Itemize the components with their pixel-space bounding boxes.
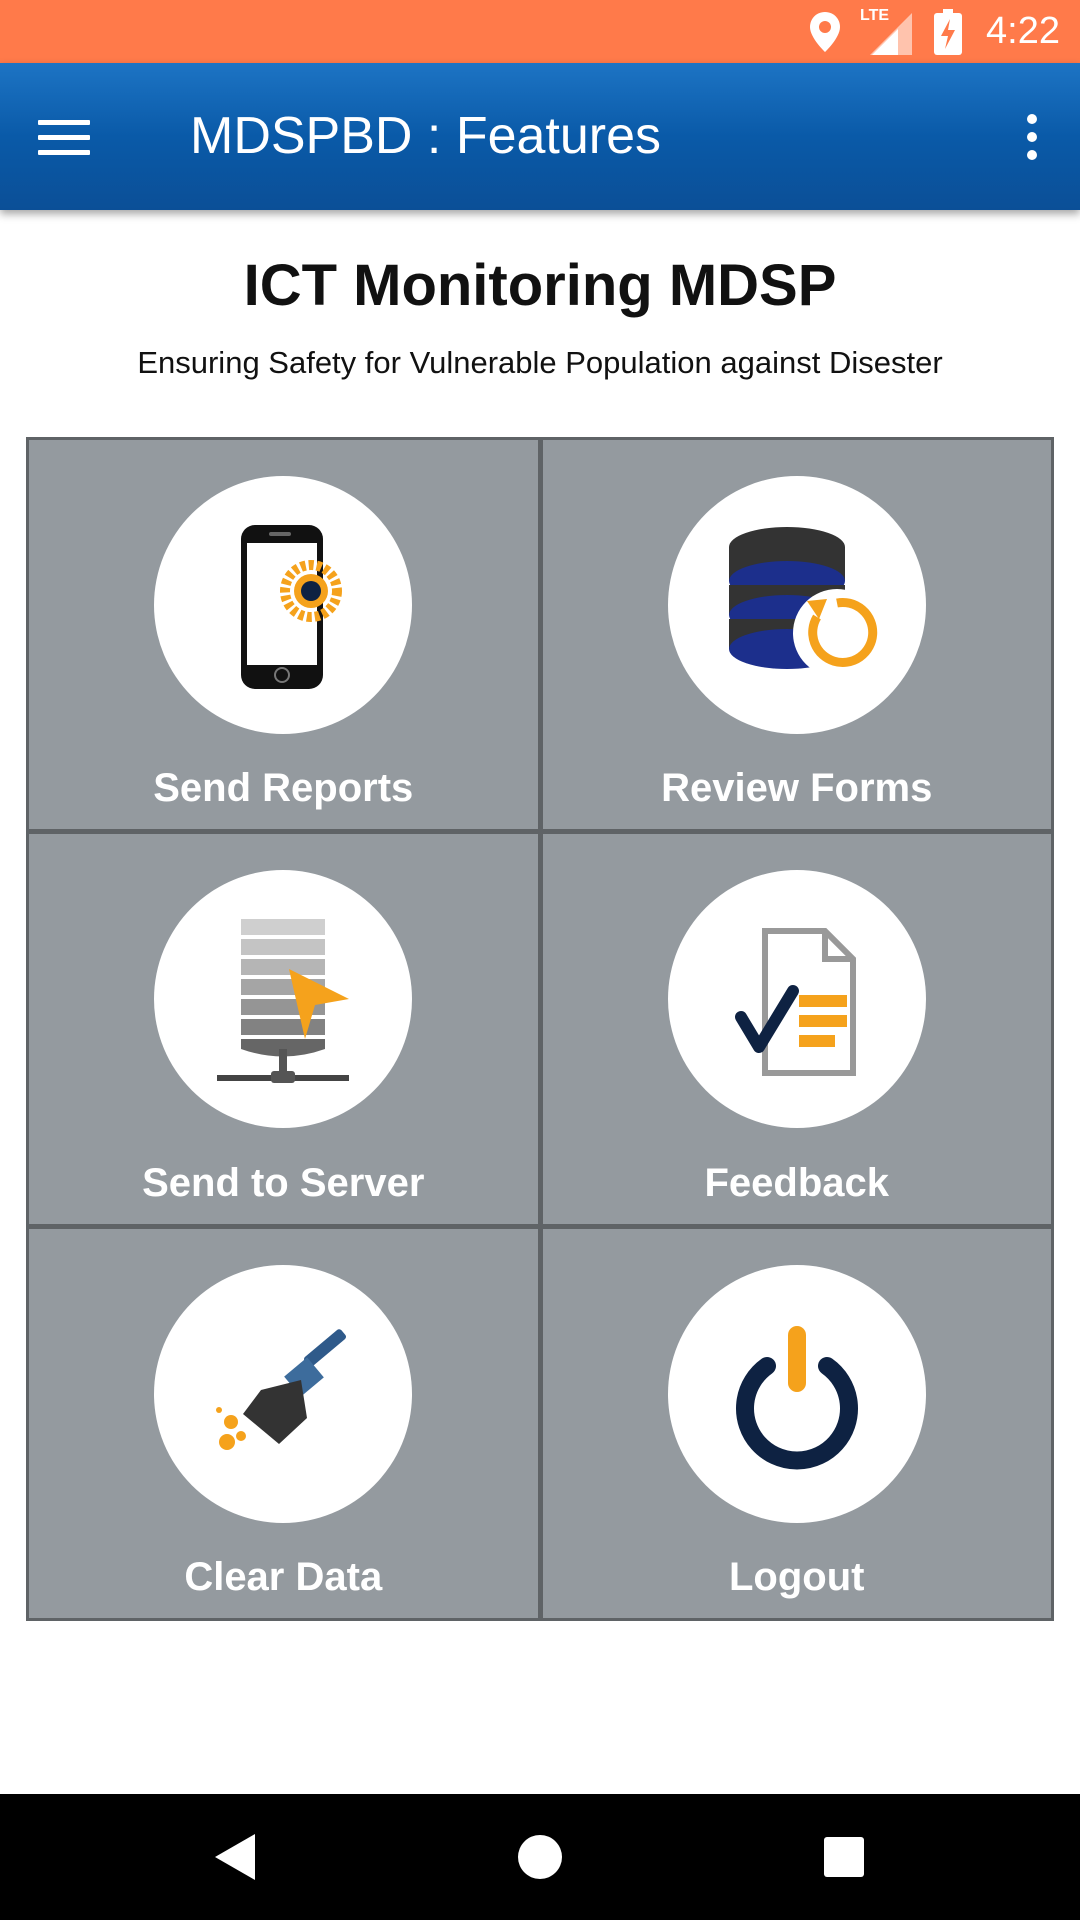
broom-icon (216, 1328, 347, 1450)
server-upload-icon (217, 919, 350, 1084)
back-icon[interactable] (175, 1794, 295, 1920)
feedback-tile[interactable]: Feedback (542, 834, 1051, 1224)
status-bar: LTE 4:22 (0, 0, 1080, 63)
send-to-server-tile[interactable]: Send to Server (29, 834, 538, 1224)
send-reports-label: Send Reports (153, 766, 414, 811)
document-check-icon (734, 928, 856, 1077)
battery-charging-icon (934, 8, 963, 55)
send-to-server-icon-circle (154, 870, 413, 1129)
home-icon[interactable] (480, 1794, 600, 1920)
clear-data-label: Clear Data (184, 1555, 383, 1599)
review-forms-tile[interactable]: Review Forms (542, 440, 1051, 830)
power-icon (735, 1325, 858, 1470)
menu-icon[interactable] (38, 107, 108, 167)
review-forms-label: Review Forms (661, 766, 933, 811)
clear-data-icon-circle (154, 1264, 413, 1523)
logout-label: Logout (729, 1555, 865, 1599)
recents-icon[interactable] (784, 1794, 904, 1920)
clear-data-tile[interactable]: Clear Data (29, 1228, 538, 1618)
logout-tile[interactable]: Logout (542, 1228, 1051, 1618)
app-bar: MDSPBD : Features (0, 63, 1080, 210)
feedback-icon-circle (667, 870, 926, 1129)
nav-bar (0, 1794, 1080, 1920)
overflow-menu-icon[interactable] (1012, 107, 1052, 167)
review-forms-icon-circle (667, 476, 926, 734)
feedback-label: Feedback (704, 1160, 890, 1205)
database-refresh-icon (728, 527, 881, 677)
status-icons: LTE 4:22 (808, 0, 1060, 63)
page-title: ICT Monitoring MDSP (243, 253, 837, 318)
logout-icon-circle (667, 1264, 926, 1523)
page-subtitle: Ensuring Safety for Vulnerable Populatio… (137, 345, 943, 380)
signal-icon: LTE (860, 7, 916, 57)
send-reports-icon-circle (154, 476, 413, 734)
location-icon (810, 11, 841, 52)
send-reports-tile[interactable]: Send Reports (29, 440, 538, 830)
feature-grid: Send Reports Review Forms Send to Server… (26, 437, 1054, 1621)
send-to-server-label: Send to Server (142, 1160, 425, 1205)
status-time: 4:22 (986, 10, 1060, 52)
phone-gear-icon (241, 525, 343, 689)
app-title: MDSPBD : Features (190, 107, 662, 165)
